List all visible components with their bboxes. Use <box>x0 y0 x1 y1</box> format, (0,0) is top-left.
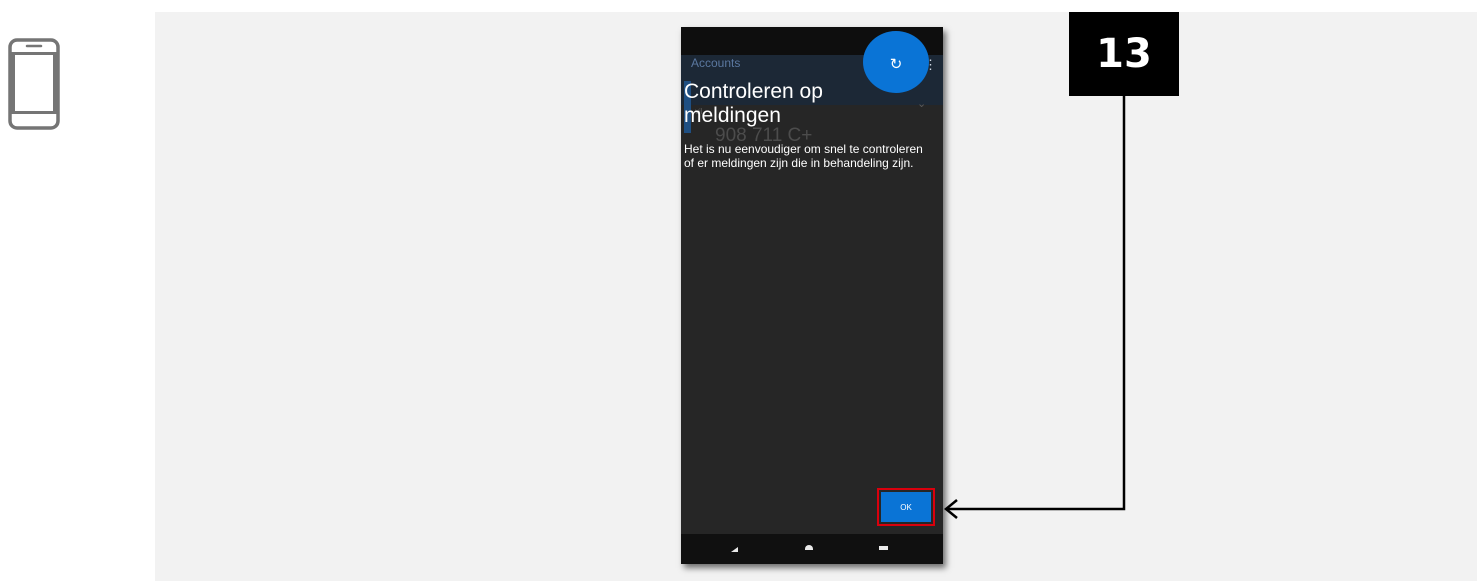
chevron-down-icon: ⌄ <box>917 98 927 110</box>
home-icon[interactable] <box>805 545 813 550</box>
back-icon[interactable] <box>731 547 738 552</box>
more-options-icon[interactable]: ⋮ <box>924 57 937 73</box>
ok-button-highlight: OK <box>877 488 935 526</box>
recents-icon[interactable] <box>879 546 888 550</box>
dialog-title: Controleren op meldingen <box>684 80 823 127</box>
dialog-message: Het is nu eenvoudiger om snel te control… <box>684 142 923 170</box>
navigation-bar <box>681 534 943 564</box>
ok-button[interactable]: OK <box>881 492 931 522</box>
step-number-badge: 13 <box>1069 12 1179 96</box>
phone-screenshot: Accounts ↻ ⋮ ⌄ vil 908 711 C+ Controlere… <box>681 27 943 564</box>
appbar-title: Accounts <box>691 56 741 70</box>
smartphone-icon <box>8 38 60 130</box>
